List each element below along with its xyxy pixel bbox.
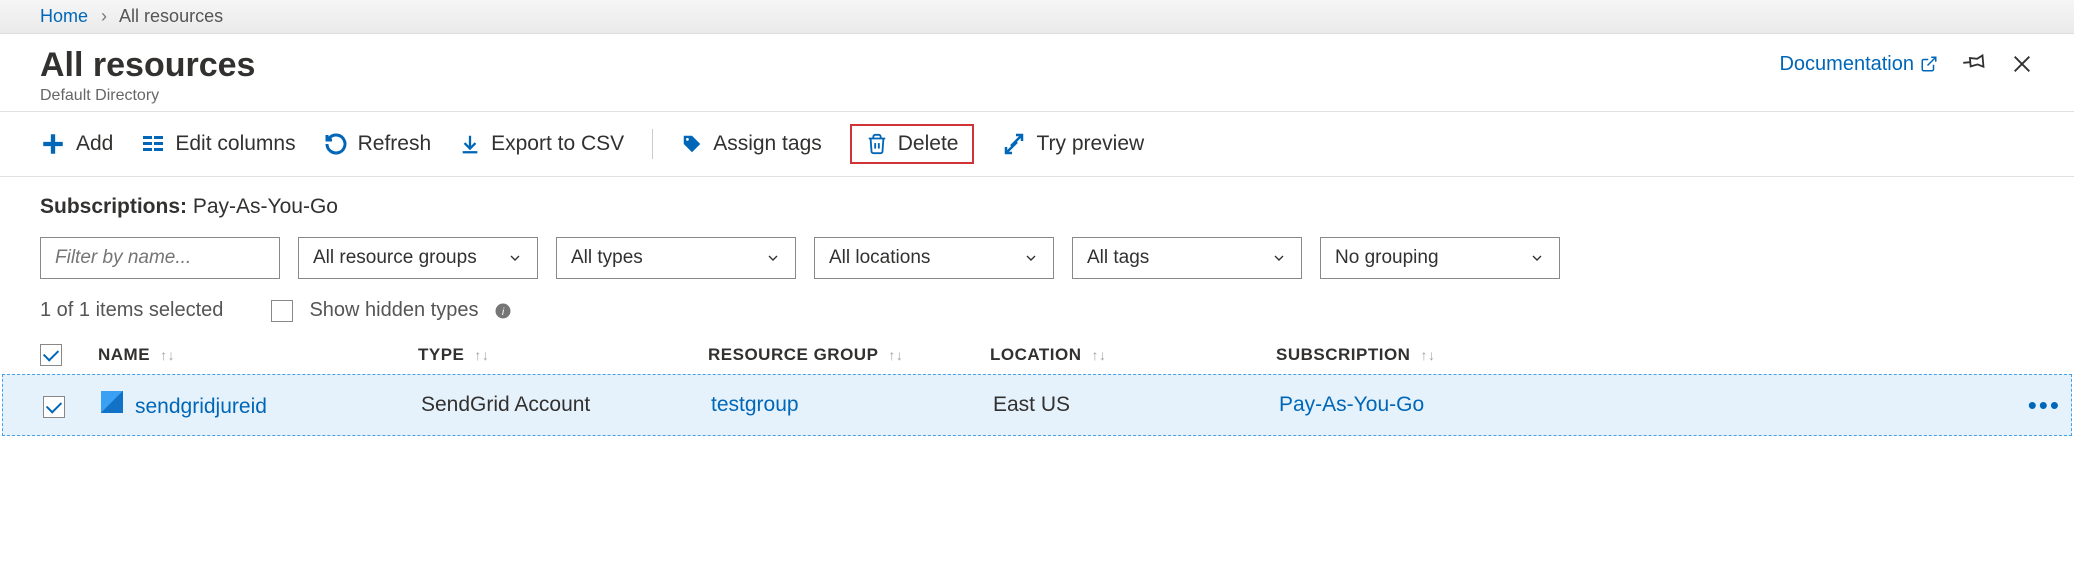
resource-icon [101, 391, 123, 413]
tag-icon [681, 133, 703, 155]
filter-name-input[interactable] [40, 237, 280, 279]
sort-icon: ↑↓ [1420, 347, 1435, 363]
col-subscription[interactable]: SUBSCRIPTION↑↓ [1276, 345, 2034, 365]
documentation-link[interactable]: Documentation [1779, 53, 1938, 76]
info-icon[interactable]: i [494, 302, 512, 320]
cell-type: SendGrid Account [421, 393, 711, 417]
external-link-icon [1920, 55, 1938, 73]
refresh-button[interactable]: Refresh [324, 132, 432, 156]
sort-icon: ↑↓ [474, 347, 489, 363]
col-type[interactable]: TYPE↑↓ [418, 345, 708, 365]
chevron-right-icon: › [101, 6, 107, 26]
preview-icon [1002, 132, 1026, 156]
close-icon[interactable] [2010, 52, 2034, 76]
resource-group-link[interactable]: testgroup [711, 393, 799, 416]
select-all-checkbox[interactable] [40, 344, 62, 366]
sort-icon: ↑↓ [1092, 347, 1107, 363]
breadcrumb: Home › All resources [0, 0, 2074, 34]
cell-location: East US [993, 393, 1279, 417]
breadcrumb-home[interactable]: Home [40, 6, 88, 26]
edit-columns-button[interactable]: Edit columns [141, 132, 295, 156]
export-csv-button[interactable]: Export to CSV [459, 132, 624, 156]
plus-icon [40, 131, 66, 157]
selection-status: 1 of 1 items selected [40, 299, 223, 322]
add-button[interactable]: Add [40, 131, 113, 157]
assign-tags-button[interactable]: Assign tags [681, 132, 822, 156]
show-hidden-label: Show hidden types [309, 299, 478, 322]
columns-icon [141, 132, 165, 156]
resource-name-link[interactable]: sendgridjureid [135, 395, 267, 418]
tags-select[interactable]: All tags [1072, 237, 1302, 279]
subscriptions-line: Subscriptions: Pay-As-You-Go [40, 195, 2034, 219]
row-checkbox[interactable] [43, 396, 65, 418]
grouping-select[interactable]: No grouping [1320, 237, 1560, 279]
trash-icon [866, 133, 888, 155]
chevron-down-icon [1529, 250, 1545, 266]
refresh-icon [324, 132, 348, 156]
table-header: NAME↑↓ TYPE↑↓ RESOURCE GROUP↑↓ LOCATION↑… [0, 336, 2074, 374]
toolbar: Add Edit columns Refresh Export to CSV A… [0, 112, 2074, 177]
chevron-down-icon [1023, 250, 1039, 266]
page-title: All resources [40, 46, 255, 85]
delete-button[interactable]: Delete [866, 132, 959, 156]
resource-groups-select[interactable]: All resource groups [298, 237, 538, 279]
locations-select[interactable]: All locations [814, 237, 1054, 279]
sort-icon: ↑↓ [888, 347, 903, 363]
show-hidden-checkbox[interactable] [271, 300, 293, 322]
types-select[interactable]: All types [556, 237, 796, 279]
chevron-down-icon [765, 250, 781, 266]
col-location[interactable]: LOCATION↑↓ [990, 345, 1276, 365]
sort-icon: ↑↓ [160, 347, 175, 363]
try-preview-button[interactable]: Try preview [1002, 132, 1144, 156]
pin-icon[interactable] [1962, 52, 1986, 76]
col-name[interactable]: NAME↑↓ [98, 345, 418, 365]
page-subtitle: Default Directory [40, 87, 255, 105]
chevron-down-icon [1271, 250, 1287, 266]
subscription-link[interactable]: Pay-As-You-Go [1279, 393, 1424, 416]
row-more-icon[interactable]: ••• [2028, 390, 2061, 421]
table-row[interactable]: sendgridjureid SendGrid Account testgrou… [2, 374, 2072, 436]
breadcrumb-current: All resources [119, 6, 223, 26]
download-icon [459, 133, 481, 155]
chevron-down-icon [507, 250, 523, 266]
col-resource-group[interactable]: RESOURCE GROUP↑↓ [708, 345, 990, 365]
separator [652, 129, 653, 159]
